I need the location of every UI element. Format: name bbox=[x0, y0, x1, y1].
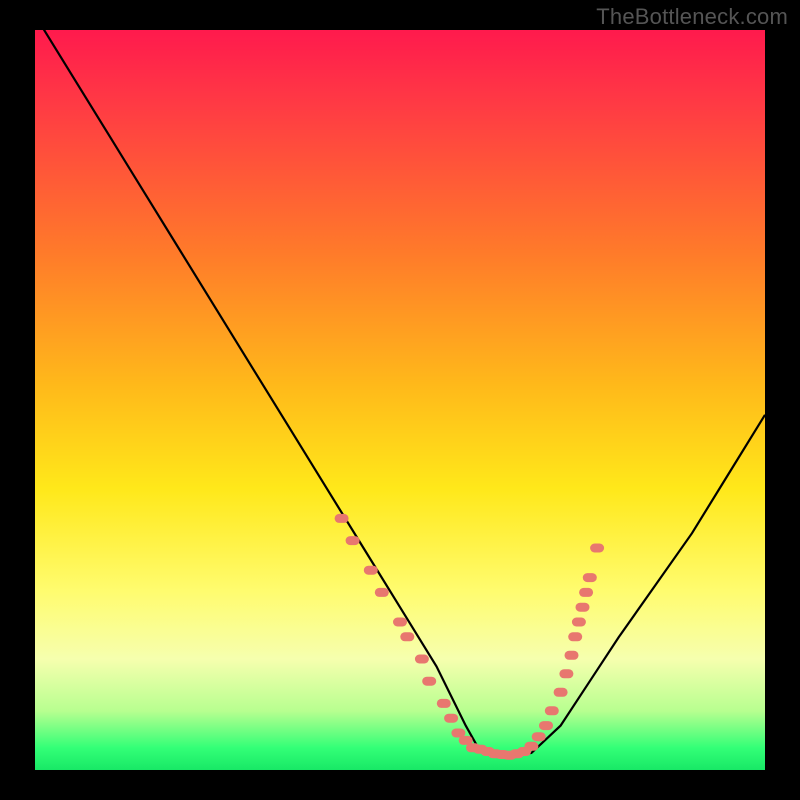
data-marker bbox=[393, 618, 407, 627]
data-marker bbox=[346, 536, 360, 545]
bottleneck-curve-line bbox=[35, 15, 765, 755]
data-marker bbox=[437, 699, 451, 708]
data-marker bbox=[400, 632, 414, 641]
data-marker bbox=[568, 632, 582, 641]
data-marker bbox=[524, 742, 538, 751]
data-marker bbox=[572, 618, 586, 627]
data-marker bbox=[579, 588, 593, 597]
data-marker bbox=[532, 732, 546, 741]
data-marker bbox=[364, 566, 378, 575]
data-marker bbox=[554, 688, 568, 697]
chart-plot-area bbox=[35, 30, 765, 770]
data-marker bbox=[422, 677, 436, 686]
data-marker bbox=[565, 651, 579, 660]
data-marker bbox=[559, 669, 573, 678]
data-marker bbox=[545, 706, 559, 715]
data-marker bbox=[583, 573, 597, 582]
data-marker bbox=[576, 603, 590, 612]
data-marker bbox=[590, 544, 604, 553]
chart-svg bbox=[35, 30, 765, 770]
data-marker bbox=[415, 655, 429, 664]
data-marker bbox=[335, 514, 349, 523]
data-marker bbox=[444, 714, 458, 723]
data-marker bbox=[539, 721, 553, 730]
watermark-text: TheBottleneck.com bbox=[596, 4, 788, 30]
data-marker bbox=[375, 588, 389, 597]
